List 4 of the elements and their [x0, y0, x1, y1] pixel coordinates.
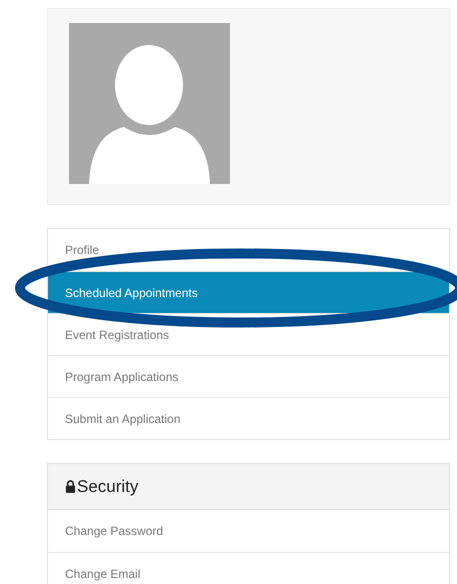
menu-item[interactable]: Scheduled Appointments [48, 271, 449, 313]
lock-icon [65, 480, 76, 493]
avatar-placeholder-icon [69, 23, 230, 184]
section-title: Security [77, 476, 138, 496]
